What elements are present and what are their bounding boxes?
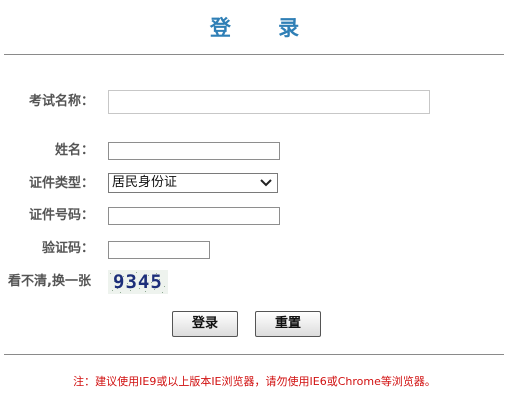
bottom-divider xyxy=(4,354,504,355)
top-divider xyxy=(4,54,504,55)
exam-name-label: 考试名称： xyxy=(28,94,94,109)
captcha-input[interactable] xyxy=(108,241,210,259)
reset-button[interactable]: 重置 xyxy=(255,311,321,337)
page-title: 登 录 xyxy=(209,16,320,40)
id-type-label: 证件类型： xyxy=(28,176,94,191)
captcha-code: 9345 xyxy=(113,271,163,293)
id-type-selected-value: 居民身份证 xyxy=(112,175,178,190)
id-type-select[interactable]: 居民身份证 xyxy=(108,173,278,193)
name-input[interactable] xyxy=(108,142,280,160)
exam-name-input[interactable] xyxy=(108,90,430,114)
id-number-label: 证件号码： xyxy=(28,208,94,223)
name-label: 姓名： xyxy=(54,143,94,158)
captcha-image[interactable]: 9345 xyxy=(108,270,168,294)
captcha-label: 验证码： xyxy=(41,241,94,256)
id-number-input[interactable] xyxy=(108,207,280,225)
login-button[interactable]: 登录 xyxy=(172,311,238,337)
browser-note: 注：建议使用IE9或以上版本IE浏览器，请勿使用IE6或Chrome等浏览器。 xyxy=(73,375,436,388)
chevron-down-icon xyxy=(260,179,272,187)
refresh-captcha-link[interactable]: 看不清,换一张 xyxy=(8,272,91,292)
